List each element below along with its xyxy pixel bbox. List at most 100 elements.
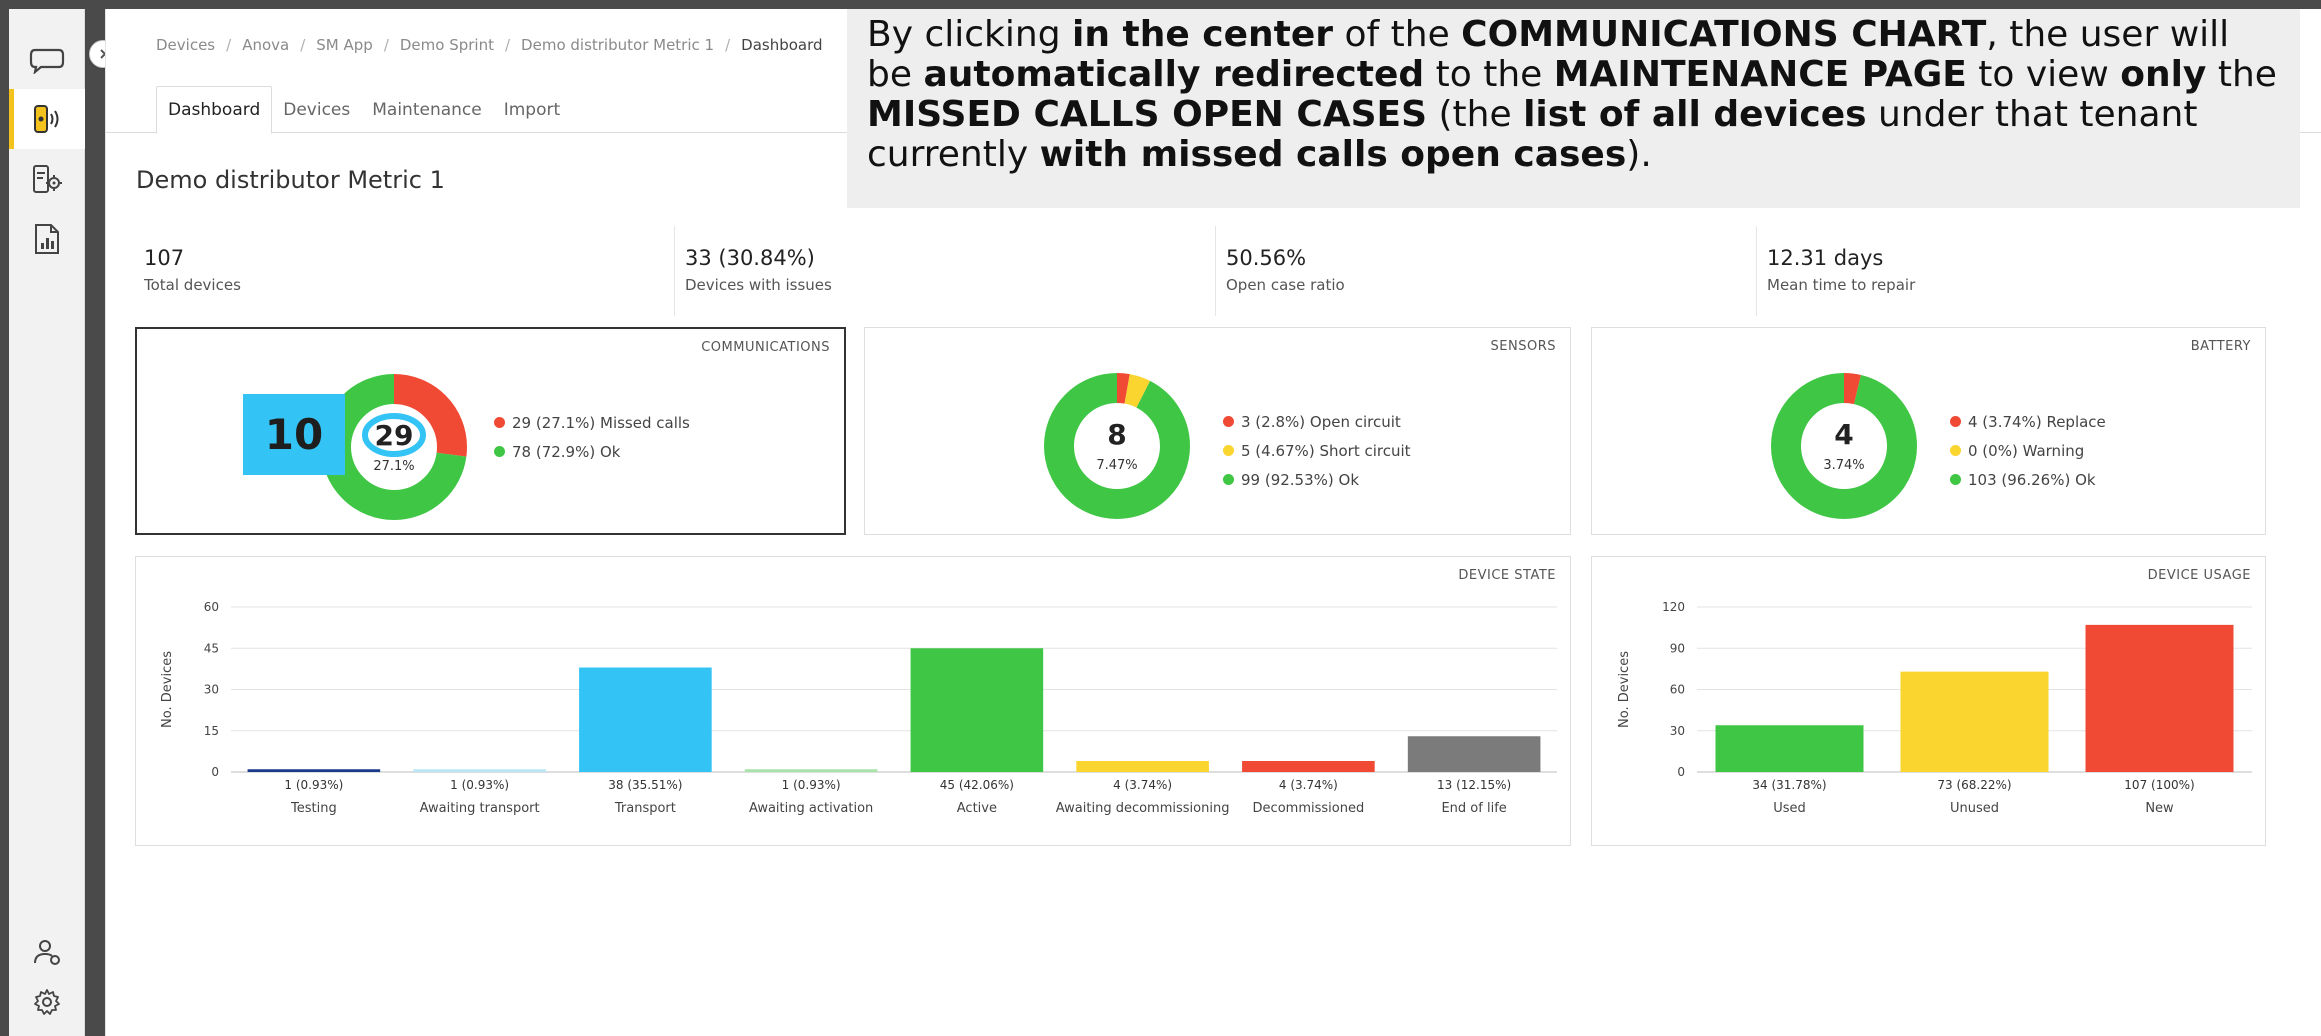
bar[interactable] xyxy=(247,769,381,772)
tab-maintenance[interactable]: Maintenance xyxy=(361,86,492,134)
tab-dashboard[interactable]: Dashboard xyxy=(156,86,273,134)
bar-value-label: 1 (0.93%) xyxy=(782,778,841,792)
legend-label: Ok xyxy=(600,442,621,461)
y-tick-label: 0 xyxy=(211,765,219,779)
bar[interactable] xyxy=(2085,624,2234,772)
bar-value-label: 73 (68.22%) xyxy=(1937,778,2011,792)
annotation-text: ). xyxy=(1626,134,1652,175)
donut-center-value[interactable]: 8 xyxy=(1107,418,1126,451)
legend-value: 78 (72.9%) xyxy=(512,442,596,461)
user-settings-icon[interactable] xyxy=(9,927,85,977)
legend-label: Ok xyxy=(2075,470,2096,489)
kpi-label: Mean time to repair xyxy=(1767,276,1916,294)
annotation-text: list of all devices xyxy=(1523,94,1867,135)
y-axis-label: No. Devices xyxy=(160,651,175,728)
legend-item[interactable]: 5 (4.67%) Short circuit xyxy=(1223,436,1411,465)
legend-value: 4 (3.74%) xyxy=(1968,412,2042,431)
communications-card[interactable]: COMMUNICATIONS 29 27.1% 29 (27.1%) Missed… xyxy=(135,327,846,535)
bar[interactable] xyxy=(1076,761,1209,772)
card-title: BATTERY xyxy=(2190,339,2251,354)
bar[interactable] xyxy=(579,667,712,773)
y-tick-label: 30 xyxy=(204,683,219,697)
kpi-total-devices: 107 Total devices xyxy=(134,226,675,316)
tab-devices[interactable]: Devices xyxy=(272,86,361,134)
gear-icon[interactable] xyxy=(9,977,85,1027)
annotation-text: the xyxy=(2206,54,2277,95)
tab-import[interactable]: Import xyxy=(493,86,571,134)
legend-value: 103 (96.26%) xyxy=(1968,470,2071,489)
card-title: COMMUNICATIONS xyxy=(701,340,830,355)
bar[interactable] xyxy=(1242,761,1375,772)
y-tick-label: 15 xyxy=(204,724,219,738)
kpi-value: 50.56% xyxy=(1226,246,1307,270)
left-sidebar xyxy=(9,9,85,1036)
annotation-text: with missed calls open cases xyxy=(1039,134,1627,175)
legend-label: Ok xyxy=(1338,470,1360,489)
legend-label: Warning xyxy=(2022,441,2085,460)
legend-dot xyxy=(1950,474,1961,485)
legend-item[interactable]: 78 (72.9%) Ok xyxy=(494,437,690,466)
annotation-text: in the center xyxy=(1072,14,1334,55)
battery-card[interactable]: BATTERY 4 3.74% 4 (3.74%) Replace 0 (0%) … xyxy=(1591,327,2266,535)
bar-value-label: 4 (3.74%) xyxy=(1113,778,1172,792)
legend-label: Replace xyxy=(2046,412,2106,431)
battery-donut[interactable]: 4 3.74% xyxy=(1770,372,1918,520)
legend-dot xyxy=(494,417,505,428)
kpi-label: Devices with issues xyxy=(685,276,832,294)
x-tick-label: Used xyxy=(1773,801,1806,816)
breadcrumb-item[interactable]: SM App xyxy=(316,36,373,54)
breadcrumb-item[interactable]: Anova xyxy=(242,36,289,54)
donut-center-value[interactable]: 29 xyxy=(375,419,414,452)
y-tick-label: 60 xyxy=(1670,683,1685,697)
device-usage-bar-chart: 0 30 60 90 120 No. Devices 34 (31.78%) Used 73 (… xyxy=(1617,600,2252,816)
donut-svg: 4 3.74% xyxy=(1771,373,1917,519)
breadcrumb-item[interactable]: Demo distributor Metric 1 xyxy=(521,36,714,54)
annotation-text: By clicking xyxy=(867,14,1072,55)
device-usage-card: DEVICE USAGE 0 30 60 90 120 No. Devices 34 (31… xyxy=(1591,556,2266,846)
legend-dot xyxy=(1223,445,1234,456)
breadcrumb-item[interactable]: Demo Sprint xyxy=(400,36,494,54)
x-tick-label: Active xyxy=(957,801,997,816)
legend-item[interactable]: 103 (96.26%) Ok xyxy=(1950,465,2106,494)
legend-label: Short circuit xyxy=(1319,441,1411,460)
legend-item[interactable]: 0 (0%) Warning xyxy=(1950,436,2106,465)
communications-legend: 29 (27.1%) Missed calls 78 (72.9%) Ok xyxy=(494,408,690,466)
device-signal-icon[interactable] xyxy=(9,89,85,149)
legend-dot xyxy=(1950,445,1961,456)
bar[interactable] xyxy=(910,648,1044,772)
device-settings-icon[interactable] xyxy=(9,149,85,209)
legend-item[interactable]: 3 (2.8%) Open circuit xyxy=(1223,407,1411,436)
x-tick-label: End of life xyxy=(1441,801,1506,816)
bar[interactable] xyxy=(744,769,878,772)
bar-value-label: 38 (35.51%) xyxy=(608,778,682,792)
sensors-donut[interactable]: 8 7.47% xyxy=(1043,372,1191,520)
legend-item[interactable]: 29 (27.1%) Missed calls xyxy=(494,408,690,437)
annotation-text: of the xyxy=(1333,14,1462,55)
legend-value: 5 (4.67%) xyxy=(1241,441,1315,460)
bar-value-label: 4 (3.74%) xyxy=(1279,778,1338,792)
legend-value: 99 (92.53%) xyxy=(1241,470,1334,489)
x-tick-label: Unused xyxy=(1950,801,1999,816)
bar[interactable] xyxy=(413,769,546,772)
annotation-text: COMMUNICATIONS CHART xyxy=(1461,14,1987,55)
legend-dot xyxy=(494,446,505,457)
device-state-card: DEVICE STATE 0 15 30 45 60 No. Devices 1 (0.93… xyxy=(135,556,1571,846)
sensors-card[interactable]: SENSORS 8 7.47% 3 (2.8%) Open circuit 5 (… xyxy=(864,327,1571,535)
bar[interactable] xyxy=(1407,736,1541,772)
x-tick-label: Decommissioned xyxy=(1253,801,1365,816)
y-tick-label: 60 xyxy=(204,600,219,614)
legend-value: 29 (27.1%) xyxy=(512,413,596,432)
bar[interactable] xyxy=(1715,725,1864,772)
report-chart-icon[interactable] xyxy=(9,209,85,269)
legend-item[interactable]: 99 (92.53%) Ok xyxy=(1223,465,1411,494)
step-number-callout: 10 xyxy=(243,394,345,475)
bar-value-label: 107 (100%) xyxy=(2124,778,2194,792)
x-tick-label: Transport xyxy=(614,801,676,816)
tutorial-annotation: By clicking in the center of the COMMUNI… xyxy=(847,9,2300,208)
legend-item[interactable]: 4 (3.74%) Replace xyxy=(1950,407,2106,436)
donut-center-value[interactable]: 4 xyxy=(1834,418,1853,451)
bar[interactable] xyxy=(1900,671,2049,772)
breadcrumb-item[interactable]: Devices xyxy=(156,36,215,54)
donut-center-percent: 3.74% xyxy=(1823,458,1864,473)
chat-icon[interactable] xyxy=(9,30,85,90)
